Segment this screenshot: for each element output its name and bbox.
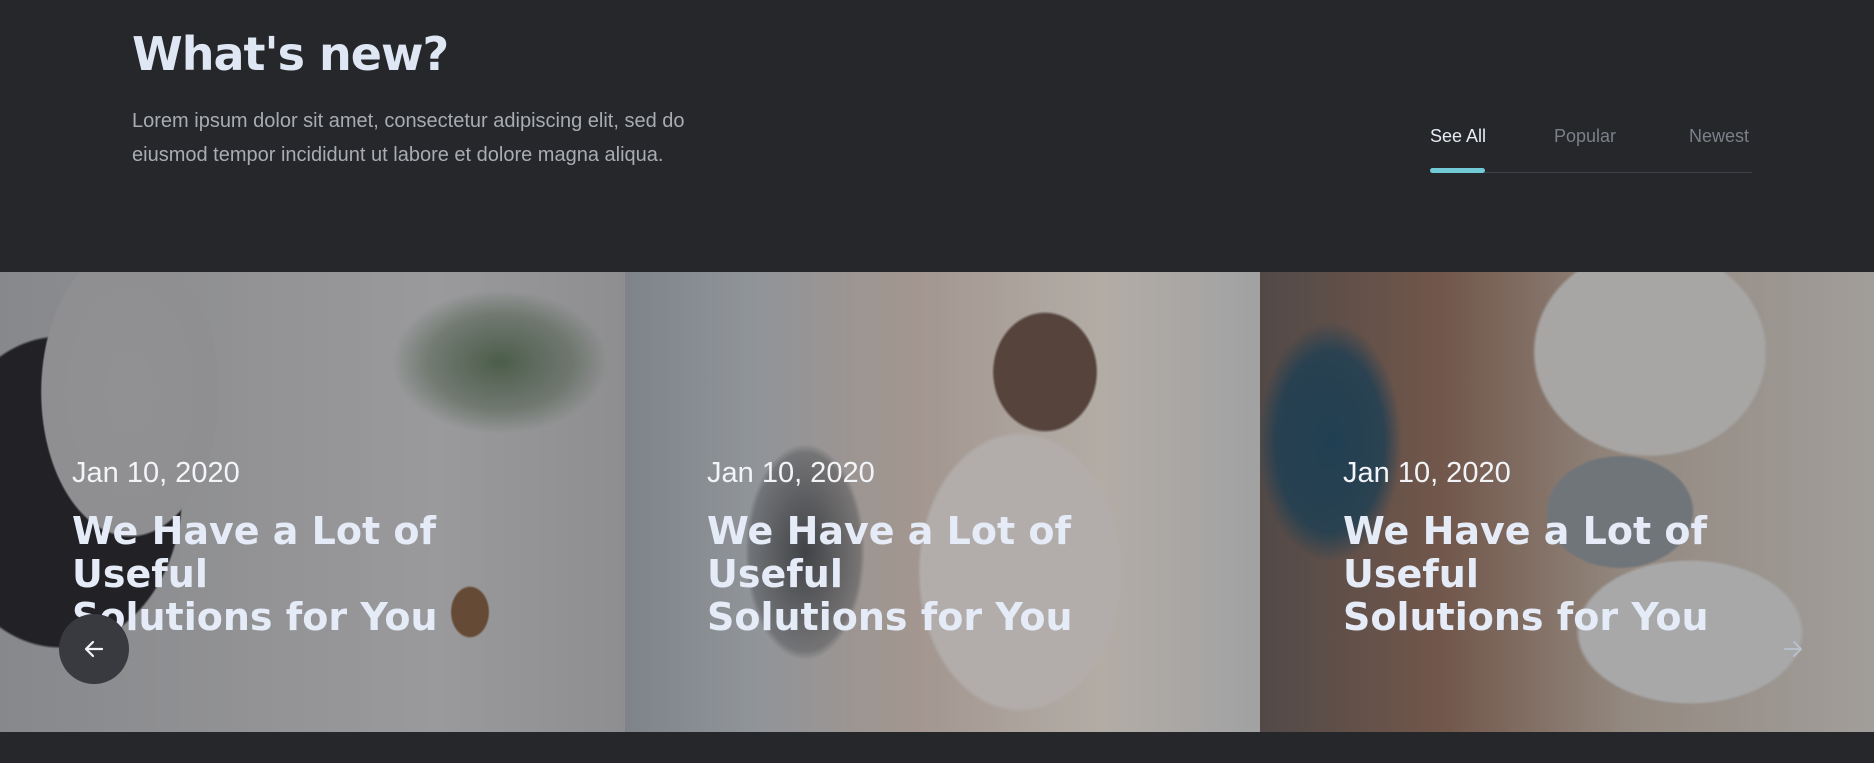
carousel-prev-button[interactable]	[59, 614, 129, 684]
active-tab-indicator	[1430, 168, 1485, 173]
tab-see-all[interactable]: See All	[1430, 124, 1486, 148]
card-title-line-1: We Have a Lot of Useful	[72, 509, 437, 596]
news-carousel: Jan 10, 2020 We Have a Lot of Useful Sol…	[0, 272, 1874, 732]
filter-tabs: See All Popular Newest	[1430, 118, 1752, 173]
card-title[interactable]: We Have a Lot of Useful Solutions for Yo…	[707, 510, 1207, 639]
tab-popular[interactable]: Popular	[1554, 124, 1616, 148]
card-date: Jan 10, 2020	[72, 457, 240, 489]
arrow-right-icon	[1783, 640, 1803, 658]
section-subtitle: Lorem ipsum dolor sit amet, consectetur …	[132, 104, 812, 172]
subtitle-line-2: eiusmod tempor incididunt ut labore et d…	[132, 144, 664, 166]
card-title[interactable]: We Have a Lot of Useful Solutions for Yo…	[1343, 510, 1843, 639]
arrow-left-icon	[84, 640, 104, 658]
section-title: What's new?	[132, 27, 449, 81]
whats-new-header: What's new? Lorem ipsum dolor sit amet, …	[0, 0, 1874, 272]
card-date: Jan 10, 2020	[707, 457, 875, 489]
subtitle-line-1: Lorem ipsum dolor sit amet, consectetur …	[132, 110, 685, 132]
card-title[interactable]: We Have a Lot of Useful Solutions for Yo…	[72, 510, 572, 639]
carousel-next-button[interactable]	[1774, 630, 1812, 668]
tab-newest[interactable]: Newest	[1689, 124, 1749, 148]
card-overlay	[625, 272, 1260, 732]
card-title-line-2: Solutions for You	[1343, 595, 1709, 639]
card-date: Jan 10, 2020	[1343, 457, 1511, 489]
card-title-line-1: We Have a Lot of Useful	[1343, 509, 1708, 596]
news-card[interactable]: Jan 10, 2020 We Have a Lot of Useful Sol…	[625, 272, 1260, 732]
card-title-line-2: Solutions for You	[707, 595, 1073, 639]
card-title-line-2: Solutions for You	[72, 595, 438, 639]
card-title-line-1: We Have a Lot of Useful	[707, 509, 1072, 596]
